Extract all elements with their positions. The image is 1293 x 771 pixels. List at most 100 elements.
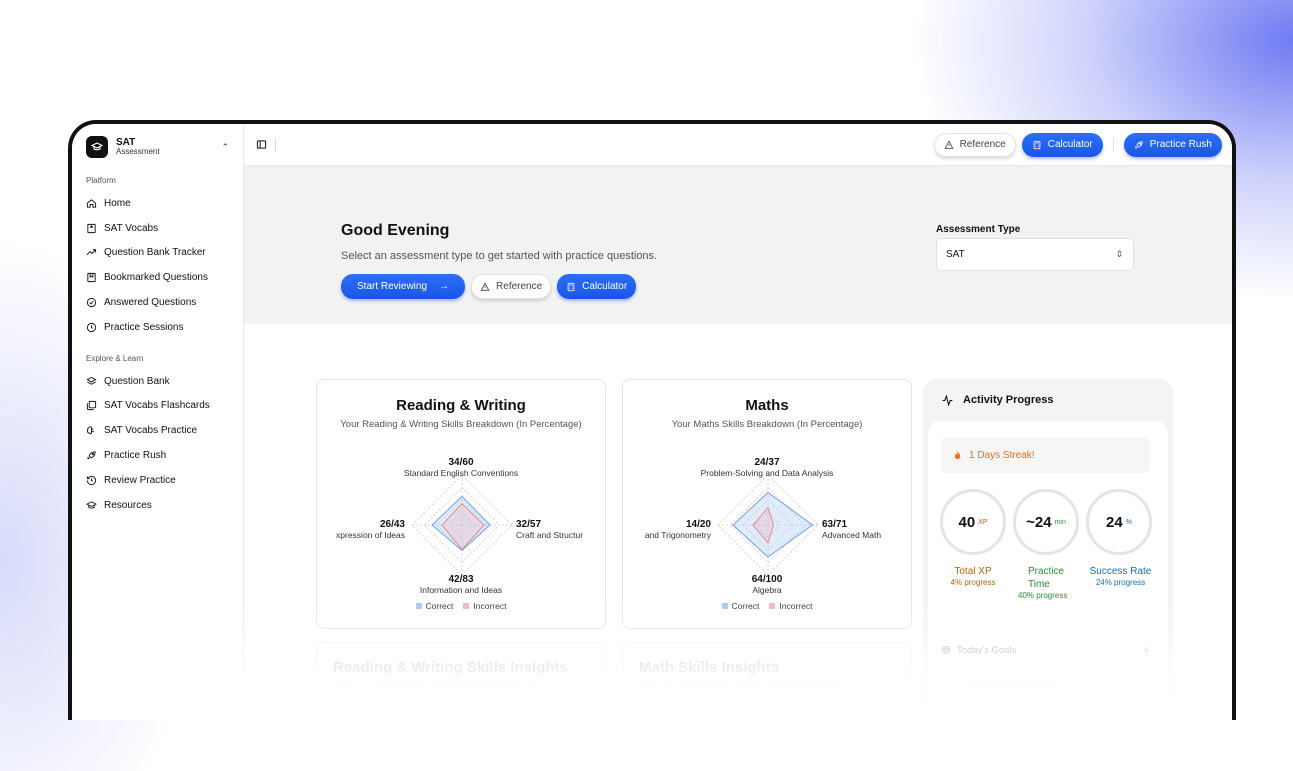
xp-value: 40 [958, 513, 976, 531]
cards-icon [86, 401, 97, 411]
time-ring: ~24 min [1013, 489, 1079, 555]
layers-icon [86, 376, 97, 385]
home-icon [86, 199, 97, 208]
axis-label: Advanced Math [822, 529, 882, 540]
sidebar-item-sat-vocabs-flashcards[interactable]: SAT Vocabs Flashcards [82, 394, 233, 419]
reference-button[interactable]: Reference [933, 132, 1016, 157]
time-unit: min [1054, 518, 1066, 526]
hero-calculator-label: Calculator [582, 281, 628, 292]
hero-section: Good Evening Select an assessment type t… [244, 166, 1232, 324]
device-frame: SAT Assessment ⌃ Platform Home SAT Vocab… [68, 120, 1236, 720]
sidebar-item-label: Practice Sessions [104, 321, 184, 333]
rate-label: Success Rate [1089, 566, 1152, 577]
xp-unit: XP [978, 518, 988, 526]
sidebar-item-answered-questions[interactable]: Answered Questions [82, 290, 233, 315]
sidebar-item-label: SAT Vocabs Flashcards [104, 400, 210, 412]
sidebar-item-question-bank-tracker[interactable]: Question Bank Tracker [82, 241, 233, 266]
greeting-subtitle: Select an assessment type to get started… [341, 250, 658, 262]
sidebar-item-label: Question Bank [104, 375, 170, 387]
reference-label: Reference [959, 139, 1006, 150]
radar-label-right: 63/71 Advanced Math [822, 519, 881, 540]
hero-reference-button[interactable]: Reference [471, 274, 552, 299]
insight-subtitle: View your performance across different R… [333, 682, 534, 692]
add-goal-icon[interactable]: + [1143, 643, 1150, 657]
time-stat: Practice Time 40% progress [1013, 565, 1083, 601]
sidebar-item-bookmarked-questions[interactable]: Bookmarked Questions [82, 265, 233, 290]
insight-title: Reading & Writing Skills Insights [333, 659, 568, 676]
maths-card: Maths Your Maths Skills Breakdown (In Pe… [622, 379, 912, 629]
sidebar-toggle-icon[interactable] [256, 139, 267, 150]
xp-label: Total XP [954, 566, 992, 577]
graduation-cap-icon [86, 500, 97, 509]
activity-progress-panel: Activity Progress 1 Days Streak! 40 XP ~… [923, 379, 1173, 720]
sidebar-item-practice-rush[interactable]: Practice Rush [82, 443, 233, 468]
legend-correct: Correct [415, 601, 453, 611]
platform-section-label: Platform [86, 176, 116, 185]
start-reviewing-button[interactable]: Start Reviewing → [341, 274, 466, 299]
calculator-button[interactable]: Calculator [1021, 132, 1103, 157]
time-value: ~24 [1026, 513, 1052, 531]
radar-label-right: 32/57 Craft and Structur [516, 519, 583, 540]
sidebar-item-home[interactable]: Home [82, 191, 233, 216]
brand-subtitle: Assessment [116, 147, 160, 157]
axis-label: xpression of Ideas [336, 529, 405, 540]
sidebar-item-sat-vocabs-practice[interactable]: SAT Vocabs Practice [82, 418, 233, 443]
radar-label-left: 14/20 and Trigonometry [645, 519, 711, 540]
flask-icon [944, 139, 954, 149]
chart-legend: Correct Incorrect [317, 601, 605, 611]
radar-label-top: 34/60 Standard English Conventions [317, 457, 605, 478]
sidebar: SAT Assessment ⌃ Platform Home SAT Vocab… [72, 124, 244, 720]
sidebar-item-review-practice[interactable]: Review Practice [82, 468, 233, 493]
greeting-title: Good Evening [341, 222, 450, 239]
practice-rush-label: Practice Rush [1149, 139, 1212, 150]
assessment-type-select[interactable]: SAT ⇕ [936, 238, 1134, 271]
calculator-icon [567, 282, 575, 291]
reading-writing-card: Reading & Writing Your Reading & Writing… [316, 379, 606, 629]
flame-icon [954, 450, 961, 459]
xp-stat: Total XP 4% progress [938, 565, 1008, 588]
axis-label: Information and Ideas [419, 584, 503, 595]
practice-rush-button[interactable]: Practice Rush [1123, 132, 1222, 157]
brand-switcher[interactable]: SAT Assessment ⌃ [82, 134, 233, 160]
sidebar-item-label: SAT Vocabs [104, 222, 159, 234]
streak-text: 1 Days Streak! [969, 449, 1035, 461]
goal-text: Complete 10 practice [972, 681, 1058, 691]
rate-progress: 24% progress [1095, 578, 1146, 587]
rate-value: 24 [1106, 513, 1123, 531]
bookmark-icon [87, 273, 96, 283]
insight-subtitle: View your performance across different M… [639, 682, 843, 692]
sidebar-item-label: Review Practice [104, 474, 176, 486]
trend-icon [86, 249, 97, 256]
todays-goals-header: Today's Goals + [941, 643, 1150, 657]
rate-ring: 24 % [1086, 489, 1152, 555]
activity-title: Activity Progress [963, 394, 1054, 406]
hero-calculator-button[interactable]: Calculator [557, 274, 637, 299]
sidebar-item-label: Home [104, 197, 131, 209]
book-icon [87, 223, 96, 233]
topbar: Reference Calculator Practice Rush [244, 124, 1232, 166]
explore-section-label: Explore & Learn [86, 353, 144, 363]
sidebar-item-label: SAT Vocabs Practice [104, 425, 198, 437]
goals-label: Today's Goals [957, 644, 1017, 656]
legend-incorrect: Incorrect [769, 601, 812, 611]
sidebar-item-sat-vocabs[interactable]: SAT Vocabs [82, 216, 233, 241]
graduation-cap-logo-icon [86, 136, 108, 158]
sidebar-item-label: Answered Questions [104, 297, 197, 309]
chevrons-up-down-icon: ⌃ [221, 141, 229, 152]
sidebar-item-resources[interactable]: Resources [82, 493, 233, 518]
time-progress: 40% progress [1018, 591, 1068, 600]
goal-item[interactable]: Complete 10 practice [941, 671, 1150, 711]
start-reviewing-label: Start Reviewing [357, 281, 428, 292]
axis-label: Algebra [752, 584, 782, 595]
axis-label: Standard English Conventions [403, 467, 519, 478]
math-insights-card[interactable]: Math Skills Insights View your performan… [622, 642, 912, 720]
toolbar-divider [1112, 137, 1114, 152]
radar-label-top: 24/37 Problem-Solving and Data Analysis [623, 457, 911, 478]
sidebar-item-label: Bookmarked Questions [104, 272, 208, 284]
axis-label: Problem-Solving and Data Analysis [700, 467, 834, 478]
radar-label-bottom: 42/83 Information and Ideas [317, 574, 605, 595]
sidebar-item-question-bank[interactable]: Question Bank [82, 369, 233, 394]
sidebar-item-practice-sessions[interactable]: Practice Sessions [82, 315, 233, 340]
rw-insights-card[interactable]: Reading & Writing Skills Insights View y… [316, 642, 606, 720]
flask-icon [480, 281, 490, 291]
